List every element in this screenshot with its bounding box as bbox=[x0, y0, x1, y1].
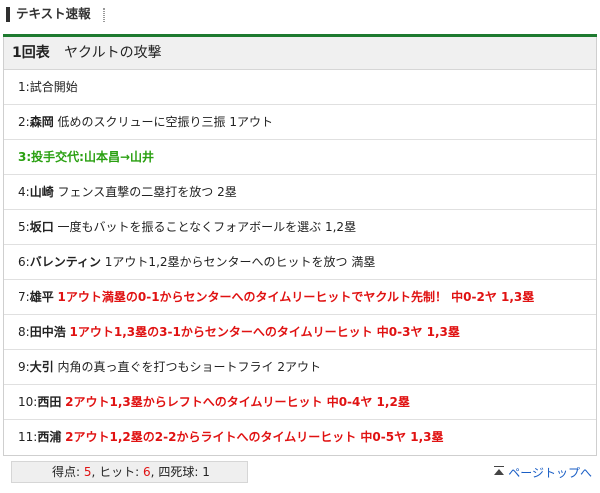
event-number: 2: bbox=[18, 115, 30, 129]
event-row: 11:西浦 2アウト1,2塁の2-2からライトへのタイムリーヒット 中0-5ヤ … bbox=[4, 420, 596, 455]
event-row: 2:森岡 低めのスクリューに空振り三振 1アウト bbox=[4, 105, 596, 140]
event-player: 森岡 bbox=[29, 115, 54, 129]
event-row: 3:投手交代:山本昌→山井 bbox=[4, 140, 596, 175]
inning-header: 1回表 ヤクルトの攻撃 bbox=[4, 37, 596, 70]
event-number: 10: bbox=[18, 395, 38, 409]
event-number: 9: bbox=[18, 360, 30, 374]
event-body: 8:田中浩 1アウト1,3塁の3-1からセンターへのタイムリーヒット 中0-3ヤ… bbox=[4, 315, 460, 350]
event-body: 11:西浦 2アウト1,2塁の2-2からライトへのタイムリーヒット 中0-5ヤ … bbox=[4, 420, 444, 455]
event-number: 7: bbox=[18, 290, 30, 304]
event-number: 1: bbox=[18, 80, 30, 94]
hits-label: ヒット: bbox=[99, 465, 140, 479]
event-number: 3: bbox=[18, 150, 32, 164]
walks-value: 1 bbox=[202, 465, 210, 479]
event-description: 2アウト1,2塁の2-2からライトへのタイムリーヒット 中0-5ヤ 1,3塁 bbox=[65, 430, 444, 444]
event-description: 1アウト1,3塁の3-1からセンターへのタイムリーヒット 中0-3ヤ 1,3塁 bbox=[69, 325, 460, 339]
event-player: 雄平 bbox=[29, 290, 54, 304]
event-body: 5:坂口 一度もバットを振ることなくフォアボールを選ぶ 1,2塁 bbox=[4, 210, 356, 245]
event-number: 5: bbox=[18, 220, 30, 234]
runs-label: 得点: bbox=[52, 465, 81, 479]
event-player: 田中浩 bbox=[29, 325, 66, 339]
section-header: テキスト速報 bbox=[0, 0, 600, 31]
event-number: 8: bbox=[18, 325, 30, 339]
event-description: 1アウト満塁の0-1からセンターへのタイムリーヒットでヤクルト先制！ 中0-2ヤ… bbox=[57, 290, 535, 304]
event-description: 低めのスクリューに空振り三振 1アウト bbox=[57, 115, 273, 129]
inning-label: 1回表 bbox=[12, 45, 50, 61]
event-description: 1アウト1,2塁からセンターへのヒットを放つ 満塁 bbox=[104, 255, 376, 269]
page-top-link[interactable]: ページトップへ bbox=[494, 465, 592, 481]
event-player: バレンティン bbox=[29, 255, 101, 269]
event-player: 西田 bbox=[37, 395, 62, 409]
event-row: 5:坂口 一度もバットを振ることなくフォアボールを選ぶ 1,2塁 bbox=[4, 210, 596, 245]
event-description: 2アウト1,3塁からレフトへのタイムリーヒット 中0-4ヤ 1,2塁 bbox=[65, 395, 410, 409]
event-body: 10:西田 2アウト1,3塁からレフトへのタイムリーヒット 中0-4ヤ 1,2塁 bbox=[4, 385, 410, 420]
event-row: 1:試合開始 bbox=[4, 70, 596, 105]
event-description: 投手交代:山本昌→山井 bbox=[31, 150, 155, 164]
drag-handle-icon bbox=[103, 8, 105, 22]
event-number: 11: bbox=[18, 430, 38, 444]
inning-team: ヤクルトの攻撃 bbox=[64, 45, 162, 61]
runs-value: 5 bbox=[83, 465, 92, 479]
event-body: 7:雄平 1アウト満塁の0-1からセンターへのタイムリーヒットでヤクルト先制！ … bbox=[4, 280, 534, 315]
section-title: テキスト速報 bbox=[16, 6, 91, 21]
event-description: 試合開始 bbox=[29, 80, 78, 94]
header-marker bbox=[6, 7, 10, 22]
arrow-up-icon bbox=[494, 466, 505, 475]
page-top-label[interactable]: ページトップへ bbox=[508, 465, 592, 481]
event-row: 9:大引 内角の真っ直ぐを打つもショートフライ 2アウト bbox=[4, 350, 596, 385]
score-summary: 得点: 5, ヒット: 6, 四死球: 1 bbox=[11, 461, 248, 483]
event-body: 1:試合開始 bbox=[4, 70, 78, 105]
play-by-play-panel: 1回表 ヤクルトの攻撃 1:試合開始 2:森岡 低めのスクリューに空振り三振 1ア… bbox=[3, 37, 597, 456]
event-row: 7:雄平 1アウト満塁の0-1からセンターへのタイムリーヒットでヤクルト先制！ … bbox=[4, 280, 596, 315]
event-player: 西浦 bbox=[37, 430, 62, 444]
event-description: 一度もバットを振ることなくフォアボールを選ぶ 1,2塁 bbox=[57, 220, 357, 234]
walks-label: 四死球: bbox=[158, 465, 199, 479]
event-body: 3:投手交代:山本昌→山井 bbox=[4, 140, 154, 175]
event-player: 大引 bbox=[29, 360, 54, 374]
event-row: 6:バレンティン 1アウト1,2塁からセンターへのヒットを放つ 満塁 bbox=[4, 245, 596, 280]
hits-value: 6 bbox=[143, 465, 151, 479]
event-row: 4:山崎 フェンス直撃の二塁打を放つ 2塁 bbox=[4, 175, 596, 210]
event-body: 6:バレンティン 1アウト1,2塁からセンターへのヒットを放つ 満塁 bbox=[4, 245, 375, 280]
event-number: 4: bbox=[18, 185, 30, 199]
event-description: フェンス直撃の二塁打を放つ 2塁 bbox=[57, 185, 237, 199]
event-description: 内角の真っ直ぐを打つもショートフライ 2アウト bbox=[57, 360, 321, 374]
event-player: 坂口 bbox=[29, 220, 54, 234]
event-row: 8:田中浩 1アウト1,3塁の3-1からセンターへのタイムリーヒット 中0-3ヤ… bbox=[4, 315, 596, 350]
event-number: 6: bbox=[18, 255, 30, 269]
event-player: 山崎 bbox=[29, 185, 54, 199]
event-body: 2:森岡 低めのスクリューに空振り三振 1アウト bbox=[4, 105, 273, 140]
event-row: 10:西田 2アウト1,3塁からレフトへのタイムリーヒット 中0-4ヤ 1,2塁 bbox=[4, 385, 596, 420]
event-body: 9:大引 内角の真っ直ぐを打つもショートフライ 2アウト bbox=[4, 350, 321, 385]
event-body: 4:山崎 フェンス直撃の二塁打を放つ 2塁 bbox=[4, 175, 237, 210]
